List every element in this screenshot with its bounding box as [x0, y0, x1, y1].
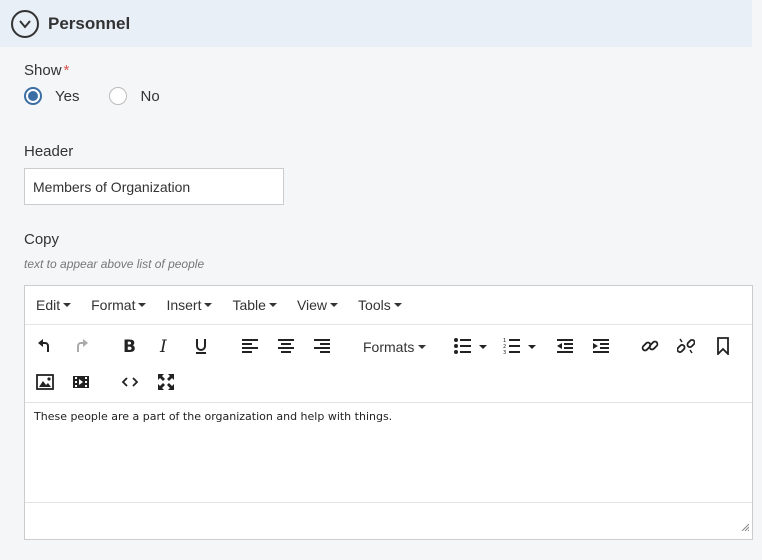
code-icon[interactable]: [117, 369, 143, 395]
numbered-list-icon[interactable]: 123: [503, 333, 543, 359]
image-icon[interactable]: [32, 369, 58, 395]
bold-icon[interactable]: B: [116, 333, 142, 359]
show-radio-group: Yes No: [24, 87, 190, 105]
radio-selected-dot: [28, 91, 38, 101]
header-input[interactable]: [24, 168, 284, 205]
redo-icon[interactable]: [68, 333, 94, 359]
svg-text:I: I: [159, 337, 167, 355]
rich-text-editor: Edit Format Insert Table View Tools B I: [24, 285, 753, 540]
resize-handle-icon[interactable]: [741, 518, 750, 536]
caret-down-icon: [63, 303, 72, 307]
editor-toolbar: B I Formats 123: [25, 326, 752, 401]
menu-table[interactable]: Table: [232, 297, 277, 313]
align-center-icon[interactable]: [273, 333, 299, 359]
menu-edit[interactable]: Edit: [36, 297, 72, 313]
menu-tools[interactable]: Tools: [358, 297, 402, 313]
section-title: Personnel: [48, 13, 131, 33]
bullet-list-icon[interactable]: [453, 333, 493, 359]
radio-yes[interactable]: Yes: [24, 87, 79, 105]
caret-down-icon: [268, 303, 277, 307]
indent-icon[interactable]: [588, 333, 614, 359]
menu-format[interactable]: Format: [91, 297, 147, 313]
link-icon[interactable]: [637, 333, 663, 359]
italic-icon[interactable]: I: [152, 333, 178, 359]
outdent-icon[interactable]: [552, 333, 578, 359]
header-label: Header: [24, 143, 74, 160]
show-label-text: Show: [24, 62, 62, 79]
formats-label: Formats: [363, 339, 415, 355]
menu-insert-label: Insert: [166, 297, 202, 313]
caret-down-icon: [393, 303, 402, 307]
bookmark-icon[interactable]: [710, 333, 736, 359]
radio-yes-circle[interactable]: [24, 87, 42, 105]
caret-down-icon: [418, 345, 427, 349]
menu-view[interactable]: View: [296, 297, 339, 313]
radio-no[interactable]: No: [109, 87, 160, 105]
copy-helper-text: text to appear above list of people: [24, 257, 205, 271]
svg-text:3: 3: [503, 350, 506, 355]
editor-content[interactable]: These people are a part of the organizat…: [25, 402, 752, 502]
editor-menubar: Edit Format Insert Table View Tools: [25, 286, 752, 325]
undo-icon[interactable]: [32, 333, 58, 359]
unlink-icon[interactable]: [673, 333, 699, 359]
section-header[interactable]: Personnel: [0, 0, 752, 47]
align-left-icon[interactable]: [237, 333, 263, 359]
align-right-icon[interactable]: [309, 333, 335, 359]
svg-text:B: B: [123, 337, 136, 355]
required-mark: *: [63, 62, 70, 79]
caret-down-icon: [330, 303, 339, 307]
menu-view-label: View: [296, 297, 328, 313]
radio-yes-label[interactable]: Yes: [55, 88, 79, 105]
show-label: Show *: [24, 62, 69, 79]
chevron-down-icon[interactable]: [11, 9, 39, 38]
fullscreen-icon[interactable]: [153, 369, 179, 395]
menu-table-label: Table: [232, 297, 266, 313]
copy-label: Copy: [24, 231, 60, 248]
caret-down-icon: [138, 303, 147, 307]
menu-edit-label: Edit: [36, 297, 61, 313]
editor-statusbar: [25, 502, 752, 539]
formats-dropdown[interactable]: Formats: [363, 339, 427, 355]
media-icon[interactable]: [68, 369, 94, 395]
menu-tools-label: Tools: [358, 297, 391, 313]
caret-down-icon: [204, 303, 213, 307]
menu-insert[interactable]: Insert: [166, 297, 213, 313]
menu-format-label: Format: [91, 297, 136, 313]
radio-no-circle[interactable]: [109, 87, 128, 105]
underline-icon[interactable]: [188, 333, 214, 359]
radio-no-label[interactable]: No: [140, 88, 159, 105]
editor-paragraph[interactable]: These people are a part of the organizat…: [34, 410, 743, 423]
